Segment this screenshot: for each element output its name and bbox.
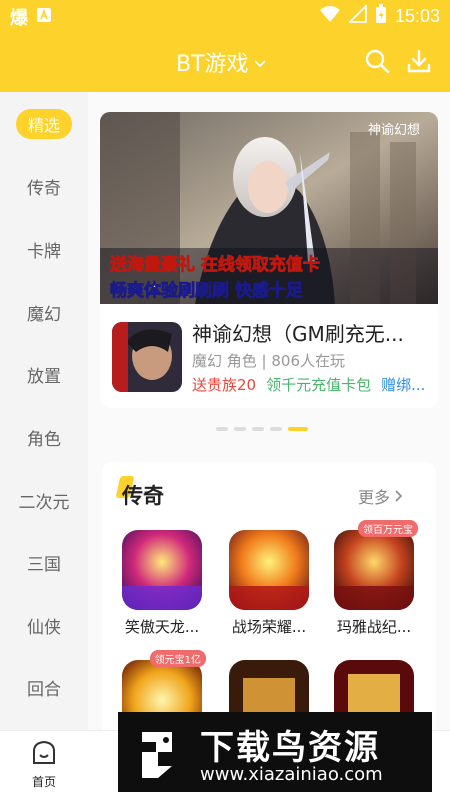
sidebar-item-featured[interactable]: 精选 xyxy=(0,104,88,144)
more-label: 更多 xyxy=(357,488,390,507)
status-time: 15:03 xyxy=(394,5,440,26)
sidebar-item-label: 二次元 xyxy=(18,492,70,513)
game-title[interactable]: 神谕幻想（GM刷充无... xyxy=(192,318,438,347)
game-tile-icon[interactable] xyxy=(334,530,414,610)
sidebar-item-fantasy[interactable]: 魔幻 xyxy=(0,292,88,332)
featured-banner-card[interactable]: 神谕幻想 送海量豪礼 在线领取充值卡 畅爽体验刷刷刷 快感十足 神谕幻想（GM刷… xyxy=(100,112,438,408)
section-title: 传奇 xyxy=(122,484,164,508)
sidebar-item-label: 三国 xyxy=(27,554,61,575)
sidebar-item-label: 角色 xyxy=(27,429,61,450)
home-icon xyxy=(30,740,58,771)
sidebar-item-three-kingdoms[interactable]: 三国 xyxy=(0,542,88,582)
banner-headline: 送海量豪礼 在线领取充值卡 xyxy=(110,254,320,275)
banner-image[interactable]: 神谕幻想 送海量豪礼 在线领取充值卡 畅爽体验刷刷刷 快感十足 xyxy=(100,112,438,304)
game-tile-badge: 领百万元宝 xyxy=(358,520,418,537)
game-tag: 领千元充值卡包 xyxy=(266,376,372,394)
carousel-dot[interactable] xyxy=(252,427,264,431)
game-tile[interactable]: 战场荣耀... xyxy=(227,530,311,637)
featured-game-row[interactable]: 神谕幻想（GM刷充无... 魔幻 角色 | 806人在玩 送贵族20 领千元充值… xyxy=(112,318,438,398)
sidebar-item-label: 放置 xyxy=(27,366,61,387)
carousel-indicator xyxy=(216,427,308,431)
sidebar-item-label: 卡牌 xyxy=(27,241,61,262)
notification-icon: 爆 xyxy=(10,8,28,29)
banner-subheadline: 畅爽体验刷刷刷 快感十足 xyxy=(110,280,303,301)
app-notification-icon xyxy=(36,7,52,28)
category-dropdown[interactable]: BT游戏 xyxy=(176,46,267,78)
game-thumbnail[interactable] xyxy=(112,322,182,392)
watermark-title: 下载鸟资源 xyxy=(200,728,380,768)
game-tile-name: 笑傲天龙... xyxy=(124,618,200,636)
wifi-icon xyxy=(319,5,341,27)
chevron-down-icon xyxy=(253,50,267,75)
nav-home-label: 首页 xyxy=(31,775,56,789)
game-meta: 魔幻 角色 | 806人在玩 xyxy=(192,352,345,370)
sidebar-item-anime[interactable]: 二次元 xyxy=(0,480,88,520)
download-icon[interactable] xyxy=(406,48,432,74)
game-tile[interactable]: 笑傲天龙... xyxy=(120,530,204,637)
game-tile-icon[interactable] xyxy=(229,530,309,610)
carousel-dot-active[interactable] xyxy=(288,427,308,431)
search-icon[interactable] xyxy=(364,48,390,74)
watermark-overlay: 下载鸟资源 www.xiazainiao.com xyxy=(118,712,432,792)
game-tags: 送贵族20 领千元充值卡包 赠绑... xyxy=(192,374,438,395)
sidebar-item-turn-based[interactable]: 回合 xyxy=(0,667,88,707)
sidebar-item-rpg[interactable]: 角色 xyxy=(0,417,88,457)
game-tile[interactable]: 领百万元宝 玛雅战纪... xyxy=(332,520,418,637)
main-content: 神谕幻想 送海量豪礼 在线领取充值卡 畅爽体验刷刷刷 快感十足 神谕幻想（GM刷… xyxy=(88,92,450,730)
more-link[interactable]: 更多 xyxy=(357,484,403,508)
nav-home[interactable]: 首页 xyxy=(18,739,70,790)
carousel-dot[interactable] xyxy=(270,427,282,431)
sidebar-item-label: 精选 xyxy=(15,109,72,139)
game-tile-badge: 领元宝1亿 xyxy=(149,650,206,667)
sidebar-item-idle[interactable]: 放置 xyxy=(0,354,88,394)
chevron-right-icon xyxy=(394,487,403,506)
sidebar-item-legend[interactable]: 传奇 xyxy=(0,166,88,206)
game-tag: 送贵族20 xyxy=(192,376,257,394)
page-title: BT游戏 xyxy=(176,52,249,77)
status-bar: 爆 15:03 xyxy=(0,0,450,32)
game-tag: 赠绑... xyxy=(381,376,426,394)
category-section-legend: 传奇 更多 笑傲天龙... 战场荣耀... 领百万元宝 玛雅战纪... 领元宝1… xyxy=(102,462,436,730)
carousel-dot[interactable] xyxy=(234,427,246,431)
carousel-dot[interactable] xyxy=(216,427,228,431)
sidebar-item-label: 仙侠 xyxy=(27,617,61,638)
sidebar-item-label: 回合 xyxy=(27,679,61,700)
battery-icon xyxy=(375,4,387,28)
sidebar-item-card[interactable]: 卡牌 xyxy=(0,229,88,269)
game-tile-icon[interactable] xyxy=(122,530,202,610)
game-tile-name: 玛雅战纪... xyxy=(336,618,412,636)
bird-logo-icon xyxy=(128,722,190,784)
sidebar-item-label: 传奇 xyxy=(27,178,61,199)
sidebar-item-xianxia[interactable]: 仙侠 xyxy=(0,605,88,645)
sidebar-item-label: 魔幻 xyxy=(27,304,61,325)
signal-icon xyxy=(347,3,367,27)
watermark-url: www.xiazainiao.com xyxy=(200,764,383,785)
banner-logo-text: 神谕幻想 xyxy=(368,122,420,138)
app-header: 爆 15:03 BT游戏 xyxy=(0,0,450,92)
category-sidebar: 精选 传奇 卡牌 魔幻 放置 角色 二次元 三国 仙侠 回合 xyxy=(0,92,88,730)
game-tile-name: 战场荣耀... xyxy=(231,618,307,636)
